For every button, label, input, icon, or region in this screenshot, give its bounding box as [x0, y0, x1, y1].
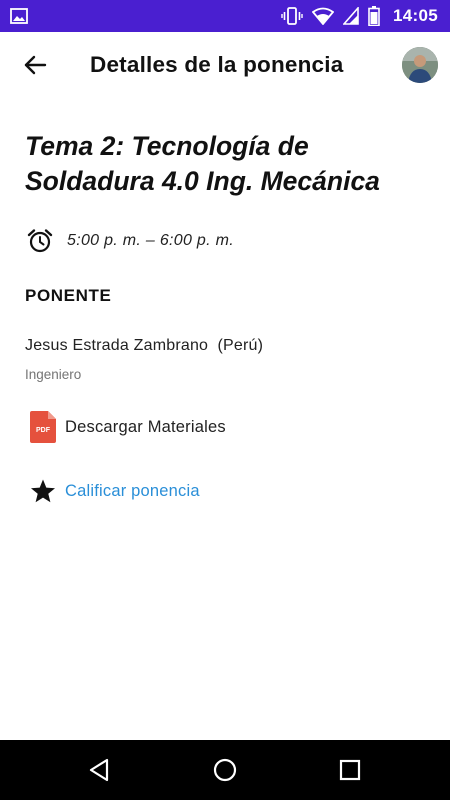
speaker-heading: PONENTE	[25, 286, 112, 305]
arrow-left-icon[interactable]	[20, 50, 50, 80]
pdf-file-icon: PDF	[30, 411, 56, 443]
status-bar: 14:05	[0, 0, 450, 32]
pdf-icon-text: PDF	[36, 427, 51, 434]
back-triangle-icon[interactable]	[87, 757, 113, 783]
wifi-icon	[312, 7, 335, 25]
app-bar: Detalles de la ponencia	[0, 32, 450, 100]
talk-title: Tema 2: Tecnología de Soldadura 4.0 Ing.…	[25, 131, 380, 196]
star-icon	[31, 479, 55, 503]
schedule-row: 5:00 p. m. – 6:00 p. m.	[26, 227, 234, 255]
gallery-icon	[10, 8, 28, 24]
alarm-clock-icon	[27, 229, 53, 253]
battery-icon	[368, 6, 380, 26]
signal-icon	[343, 7, 359, 25]
rate-talk-button[interactable]: Calificar ponencia	[30, 477, 200, 505]
user-avatar[interactable]	[402, 47, 438, 83]
download-materials-button[interactable]: PDF Descargar Materiales	[30, 411, 226, 443]
status-icons: 14:05	[281, 0, 438, 32]
download-label: Descargar Materiales	[65, 417, 226, 436]
rate-label: Calificar ponencia	[65, 481, 200, 500]
home-circle-icon[interactable]	[212, 757, 238, 783]
speaker-name: Jesus Estrada Zambrano (Perú)	[25, 337, 264, 354]
vibrate-icon	[281, 7, 303, 25]
recents-square-icon[interactable]	[337, 757, 363, 783]
page-title: Detalles de la ponencia	[90, 52, 344, 77]
schedule-time: 5:00 p. m. – 6:00 p. m.	[67, 232, 234, 249]
speaker-role: Ingeniero	[25, 367, 82, 382]
navigation-bar	[0, 740, 450, 800]
status-time: 14:05	[393, 6, 438, 25]
